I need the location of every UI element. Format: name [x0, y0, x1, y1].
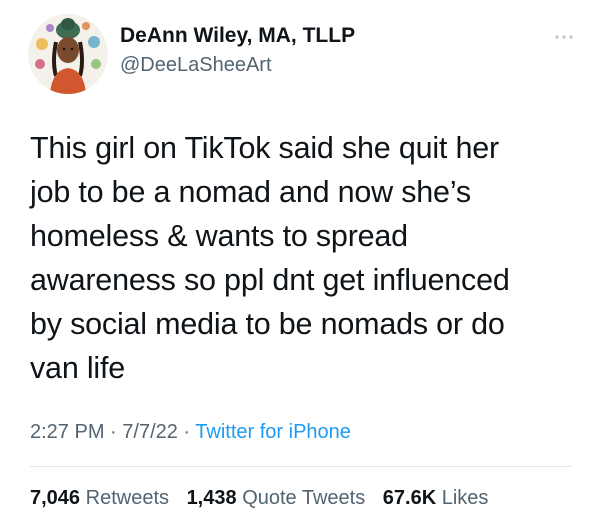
author-block: DeAnn Wiley, MA, TLLP @DeeLaSheeArt	[120, 24, 355, 78]
avatar-illustration-icon	[28, 14, 108, 94]
tweet-text: This girl on TikTok said she quit her jo…	[30, 126, 575, 390]
quote-tweets-count: 1,438	[186, 487, 237, 509]
author-handle[interactable]: @DeeLaSheeArt	[120, 52, 355, 78]
likes-label: Likes	[441, 487, 489, 509]
more-options-icon	[555, 35, 573, 39]
tweet-time[interactable]: 2:27 PM	[30, 421, 104, 443]
tweet-text-line: awareness so ppl dnt get influenced	[30, 263, 510, 297]
quote-tweets-stat[interactable]: 1,438 Quote Tweets	[187, 487, 366, 509]
engagement-stats: 7,046 Retweets 1,438 Quote Tweets 67.6K …	[30, 484, 488, 512]
tweet-text-line: van life	[30, 351, 126, 385]
quote-tweets-label: Quote Tweets	[242, 487, 366, 509]
tweet-text-line: by social media to be nomads or do	[30, 307, 505, 341]
tweet-metadata: 2:27 PM · 7/7/22 · Twitter for iPhone	[30, 418, 351, 446]
tweet-source-link[interactable]: Twitter for iPhone	[195, 421, 351, 443]
tweet-text-line: This girl on TikTok said she quit her	[30, 131, 499, 165]
divider	[30, 466, 572, 467]
retweets-label: Retweets	[85, 487, 169, 509]
meta-separator: ·	[104, 421, 123, 443]
tweet-card: DeAnn Wiley, MA, TLLP @DeeLaSheeArt This…	[0, 0, 600, 530]
meta-separator: ·	[177, 421, 196, 443]
more-options-button[interactable]	[552, 30, 576, 42]
retweets-stat[interactable]: 7,046 Retweets	[30, 487, 169, 509]
likes-stat[interactable]: 67.6K Likes	[383, 487, 489, 509]
author-display-name[interactable]: DeAnn Wiley, MA, TLLP	[120, 24, 355, 48]
tweet-text-line: job to be a nomad and now she’s	[30, 175, 471, 209]
likes-count: 67.6K	[382, 487, 437, 509]
tweet-date[interactable]: 7/7/22	[122, 421, 178, 443]
profile-avatar[interactable]	[28, 14, 108, 94]
retweets-count: 7,046	[30, 487, 81, 509]
tweet-text-line: homeless & wants to spread	[30, 219, 408, 253]
